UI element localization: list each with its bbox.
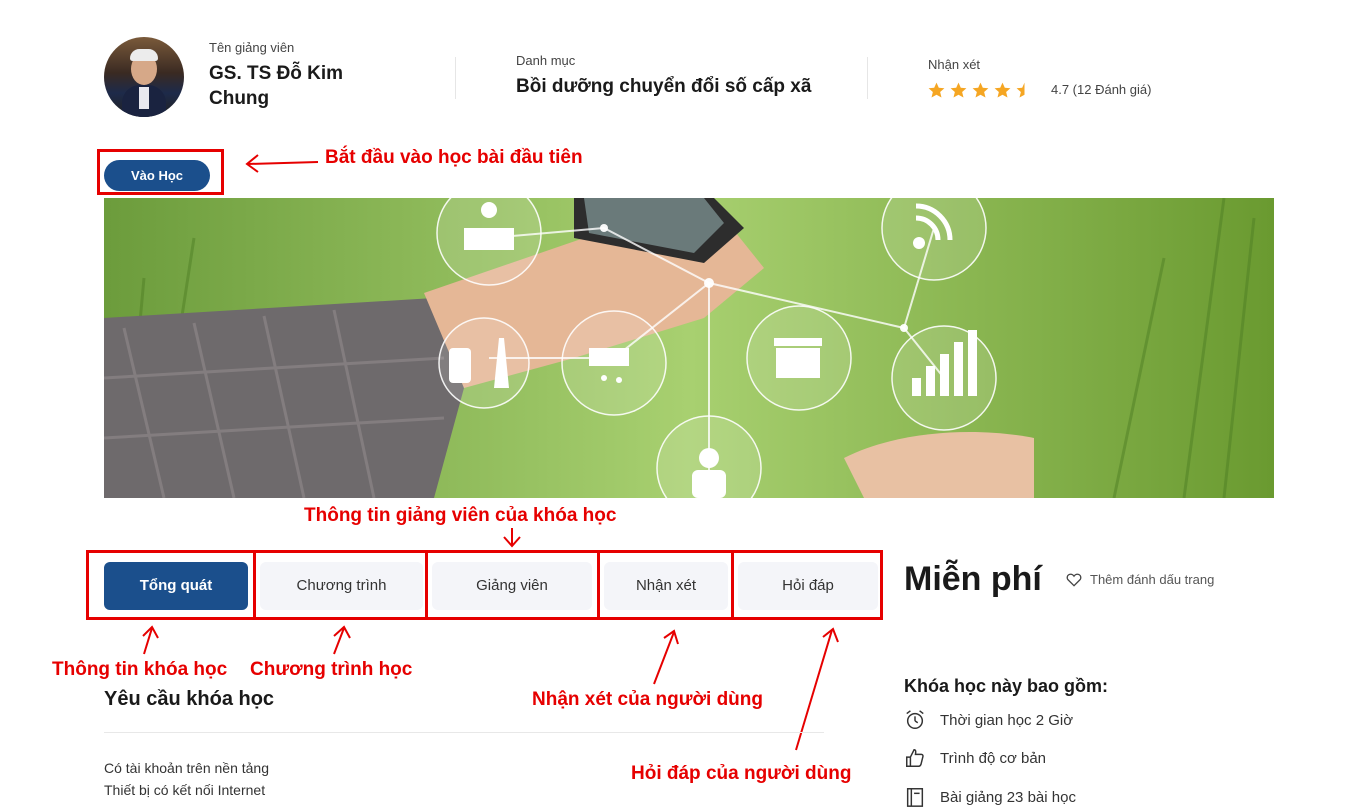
- lecturer-label: Tên giảng viên: [209, 40, 295, 55]
- arrow-down-icon: [503, 528, 521, 548]
- bookmark-button[interactable]: Thêm đánh dấu trang: [1066, 572, 1214, 587]
- divider: [867, 57, 868, 99]
- alarm-clock-icon: [904, 709, 926, 731]
- rating-text: 4.7 (12 Đánh giá): [1051, 82, 1152, 97]
- star-icon: [994, 82, 1011, 98]
- annotation-user-reviews: Nhận xét của người dùng: [532, 689, 763, 710]
- lecturer-name-line1: GS. TS Đỗ Kim: [209, 63, 344, 84]
- rating-stars: [927, 81, 1034, 100]
- start-learning-button[interactable]: Vào Học: [104, 160, 210, 191]
- arrow-up-icon: [795, 627, 839, 751]
- star-icon: [972, 82, 989, 98]
- reviews-label: Nhận xét: [928, 57, 981, 72]
- heart-icon: [1066, 573, 1082, 587]
- bookmark-label: Thêm đánh dấu trang: [1090, 572, 1215, 587]
- requirement-item: Thiết bị có kết nối Internet: [104, 782, 266, 798]
- category-label: Danh mục: [516, 53, 576, 68]
- tab-program[interactable]: Chương trình: [260, 562, 423, 610]
- include-item: Bài giảng 23 bài học: [904, 786, 1076, 808]
- thumbs-up-icon: [904, 747, 926, 769]
- requirement-item: Có tài khoản trên nền tảng: [104, 760, 270, 776]
- lecturer-name[interactable]: GS. TS Đỗ Kim Chung: [209, 61, 343, 111]
- divider: [455, 57, 456, 99]
- arrow-up-icon: [333, 625, 351, 655]
- annotation-program: Chương trình học: [250, 659, 413, 680]
- lecturer-name-line2: Chung: [209, 88, 270, 109]
- lecturer-avatar: [104, 37, 184, 117]
- tab-qa[interactable]: Hỏi đáp: [738, 562, 878, 610]
- divider: [104, 732, 824, 733]
- star-icon: [928, 82, 945, 98]
- star-icon: [950, 82, 967, 98]
- annotation-user-qa: Hỏi đáp của người dùng: [631, 763, 852, 784]
- include-item: Thời gian học 2 Giờ: [904, 709, 1073, 731]
- price-label: Miễn phí: [904, 560, 1042, 598]
- include-text: Bài giảng 23 bài học: [940, 788, 1076, 806]
- arrow-up-icon: [653, 629, 679, 685]
- arrow-left-icon: [245, 154, 319, 173]
- star-half-icon: [1016, 82, 1025, 98]
- book-icon: [904, 786, 926, 808]
- tab-reviews[interactable]: Nhận xét: [604, 562, 728, 610]
- include-text: Thời gian học 2 Giờ: [940, 711, 1074, 729]
- includes-title: Khóa học này bao gồm:: [904, 676, 1109, 696]
- tab-lecturer[interactable]: Giảng viên: [432, 562, 592, 610]
- requirements-title: Yêu cầu khóa học: [104, 688, 275, 710]
- annotation-start: Bắt đầu vào học bài đầu tiên: [325, 147, 583, 168]
- include-item: Trình độ cơ bản: [904, 747, 1046, 769]
- arrow-up-icon: [142, 625, 159, 655]
- category-value[interactable]: Bồi dưỡng chuyển đổi số cấp xã: [516, 74, 811, 99]
- annotation-course-info: Thông tin khóa học: [52, 659, 228, 680]
- include-text: Trình độ cơ bản: [940, 749, 1047, 767]
- course-banner-image: [104, 198, 1274, 498]
- tab-overview[interactable]: Tổng quát: [104, 562, 248, 610]
- annotation-lecturer-info: Thông tin giảng viên của khóa học: [304, 505, 617, 526]
